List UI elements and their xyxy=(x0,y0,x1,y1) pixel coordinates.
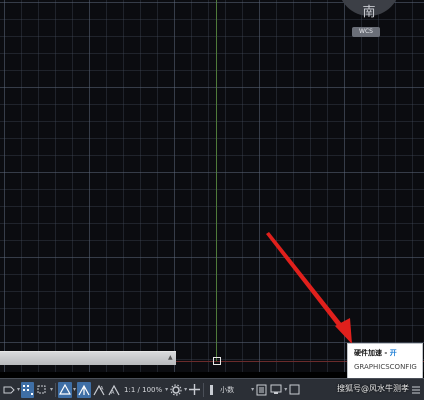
polar-dropdown-icon[interactable]: ▾ xyxy=(73,386,76,393)
status-separator xyxy=(55,382,57,397)
svg-text:A: A xyxy=(111,390,115,396)
wcs-menu-button[interactable]: WCS xyxy=(352,27,380,37)
model-space-dropdown-icon[interactable]: ▾ xyxy=(17,386,20,393)
workspace-dropdown-icon[interactable]: ▾ xyxy=(184,386,187,393)
svg-text:A: A xyxy=(100,386,104,392)
watermark-text: 搜狐号@风水牛测孝 xyxy=(337,384,409,393)
customize-icon[interactable] xyxy=(410,382,422,398)
viewcube-direction-label: 南 xyxy=(362,5,376,20)
ucs-origin-marker xyxy=(213,357,221,365)
quick-properties-icon[interactable] xyxy=(255,382,268,398)
plus-icon[interactable] xyxy=(188,382,201,398)
annotation-visibility-icon[interactable]: A xyxy=(92,382,106,398)
model-space-icon[interactable] xyxy=(2,382,16,398)
hardware-acceleration-tooltip: 硬件加速 - 开 GRAPHICSCONFIG xyxy=(347,343,423,379)
command-line-grip-icon[interactable]: ▲ xyxy=(168,354,173,361)
tooltip-title: 硬件加速 - 开 xyxy=(354,348,416,358)
scale-dropdown-icon[interactable]: ▾ xyxy=(165,386,168,393)
isolate-icon[interactable] xyxy=(269,382,283,398)
y-axis-line xyxy=(216,0,217,362)
units-label[interactable]: 小数 xyxy=(218,385,236,395)
snap-dropdown-icon[interactable]: ▾ xyxy=(50,386,53,393)
hardware-acceleration-icon[interactable] xyxy=(288,382,301,398)
tooltip-state: 开 xyxy=(389,349,397,357)
units-dropdown-icon[interactable]: ▾ xyxy=(251,386,254,393)
isolate-dropdown-icon[interactable]: ▾ xyxy=(284,386,287,393)
units-icon[interactable] xyxy=(206,382,217,398)
workspace-gear-icon[interactable] xyxy=(169,382,183,398)
status-separator xyxy=(203,382,205,397)
tooltip-title-text: 硬件加速 - xyxy=(354,349,390,357)
tooltip-command: GRAPHICSCONFIG xyxy=(354,363,417,371)
annotation-scale-icon[interactable]: A xyxy=(107,382,121,398)
drawing-canvas[interactable] xyxy=(0,0,424,372)
annotation-scale-label[interactable]: 1:1 / 100% xyxy=(122,386,164,394)
osnap-icon[interactable] xyxy=(77,381,92,398)
grid-icon[interactable] xyxy=(21,381,35,398)
command-line-bar[interactable] xyxy=(0,351,176,365)
snap-icon[interactable] xyxy=(35,382,49,398)
polar-icon[interactable] xyxy=(58,381,73,398)
